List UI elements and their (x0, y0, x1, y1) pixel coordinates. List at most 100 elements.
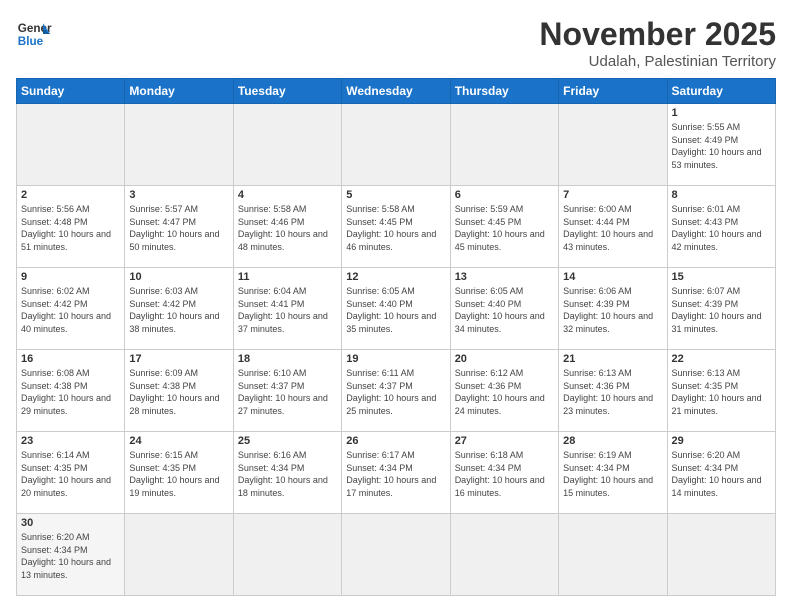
calendar-week-row: 9 Sunrise: 6:02 AM Sunset: 4:42 PM Daylig… (17, 268, 776, 350)
day-number: 17 (129, 353, 228, 365)
day-number: 18 (238, 353, 337, 365)
day-info: Sunrise: 6:19 AM Sunset: 4:34 PM Dayligh… (563, 449, 662, 499)
day-info: Sunrise: 6:06 AM Sunset: 4:39 PM Dayligh… (563, 285, 662, 335)
day-number: 28 (563, 435, 662, 447)
day-number: 14 (563, 271, 662, 283)
day-info: Sunrise: 6:13 AM Sunset: 4:36 PM Dayligh… (563, 367, 662, 417)
calendar-day-cell: 12 Sunrise: 6:05 AM Sunset: 4:40 PM Dayli… (342, 268, 450, 350)
calendar-table: Sunday Monday Tuesday Wednesday Thursday… (16, 78, 776, 596)
calendar-week-row: 30 Sunrise: 6:20 AM Sunset: 4:34 PM Dayli… (17, 514, 776, 596)
day-number: 1 (672, 107, 771, 119)
day-info: Sunrise: 6:16 AM Sunset: 4:34 PM Dayligh… (238, 449, 337, 499)
calendar-day-cell: 22 Sunrise: 6:13 AM Sunset: 4:35 PM Dayli… (667, 350, 775, 432)
day-info: Sunrise: 6:05 AM Sunset: 4:40 PM Dayligh… (346, 285, 445, 335)
day-info: Sunrise: 5:57 AM Sunset: 4:47 PM Dayligh… (129, 203, 228, 253)
logo: General Blue (16, 16, 52, 52)
calendar-day-cell: 17 Sunrise: 6:09 AM Sunset: 4:38 PM Dayli… (125, 350, 233, 432)
header: General Blue November 2025 Udalah, Pales… (16, 16, 776, 70)
calendar-day-cell: 13 Sunrise: 6:05 AM Sunset: 4:40 PM Dayli… (450, 268, 558, 350)
calendar-day-cell (342, 514, 450, 596)
calendar-day-cell: 27Sunrise: 6:18 AM Sunset: 4:34 PM Dayli… (450, 432, 558, 514)
subtitle: Udalah, Palestinian Territory (539, 53, 776, 70)
day-number: 19 (346, 353, 445, 365)
calendar-day-cell: 2Sunrise: 5:56 AM Sunset: 4:48 PM Daylig… (17, 186, 125, 268)
calendar-day-cell: 11Sunrise: 6:04 AM Sunset: 4:41 PM Dayli… (233, 268, 341, 350)
day-info: Sunrise: 6:20 AM Sunset: 4:34 PM Dayligh… (672, 449, 771, 499)
day-number: 9 (21, 271, 120, 283)
day-info: Sunrise: 6:05 AM Sunset: 4:40 PM Dayligh… (455, 285, 554, 335)
day-info: Sunrise: 6:04 AM Sunset: 4:41 PM Dayligh… (238, 285, 337, 335)
day-info: Sunrise: 6:15 AM Sunset: 4:35 PM Dayligh… (129, 449, 228, 499)
calendar-day-cell: 9 Sunrise: 6:02 AM Sunset: 4:42 PM Daylig… (17, 268, 125, 350)
calendar-day-cell (125, 514, 233, 596)
calendar-day-cell (342, 104, 450, 186)
day-number: 26 (346, 435, 445, 447)
calendar-day-cell: 5Sunrise: 5:58 AM Sunset: 4:45 PM Daylig… (342, 186, 450, 268)
calendar-day-cell (233, 104, 341, 186)
day-number: 16 (21, 353, 120, 365)
calendar-day-cell (559, 104, 667, 186)
day-number: 25 (238, 435, 337, 447)
day-number: 23 (21, 435, 120, 447)
calendar-day-cell: 23 Sunrise: 6:14 AM Sunset: 4:35 PM Dayli… (17, 432, 125, 514)
calendar-day-cell: 1 Sunrise: 5:55 AM Sunset: 4:49 PM Daylig… (667, 104, 775, 186)
calendar-day-cell: 19 Sunrise: 6:11 AM Sunset: 4:37 PM Dayli… (342, 350, 450, 432)
calendar-day-cell (559, 514, 667, 596)
day-info: Sunrise: 6:20 AM Sunset: 4:34 PM Dayligh… (21, 531, 120, 581)
header-wednesday: Wednesday (342, 79, 450, 104)
day-info: Sunrise: 6:10 AM Sunset: 4:37 PM Dayligh… (238, 367, 337, 417)
header-friday: Friday (559, 79, 667, 104)
title-section: November 2025 Udalah, Palestinian Territ… (539, 16, 776, 70)
logo-icon: General Blue (16, 16, 52, 52)
calendar-day-cell: 25 Sunrise: 6:16 AM Sunset: 4:34 PM Dayli… (233, 432, 341, 514)
day-info: Sunrise: 6:13 AM Sunset: 4:35 PM Dayligh… (672, 367, 771, 417)
calendar-week-row: 16 Sunrise: 6:08 AM Sunset: 4:38 PM Dayli… (17, 350, 776, 432)
day-number: 10 (129, 271, 228, 283)
day-info: Sunrise: 6:11 AM Sunset: 4:37 PM Dayligh… (346, 367, 445, 417)
day-number: 13 (455, 271, 554, 283)
header-monday: Monday (125, 79, 233, 104)
day-number: 15 (672, 271, 771, 283)
calendar-day-cell: 7Sunrise: 6:00 AM Sunset: 4:44 PM Daylig… (559, 186, 667, 268)
calendar-day-cell: 8 Sunrise: 6:01 AM Sunset: 4:43 PM Daylig… (667, 186, 775, 268)
calendar-week-row: 2Sunrise: 5:56 AM Sunset: 4:48 PM Daylig… (17, 186, 776, 268)
day-number: 5 (346, 189, 445, 201)
day-info: Sunrise: 6:03 AM Sunset: 4:42 PM Dayligh… (129, 285, 228, 335)
calendar-week-row: 1 Sunrise: 5:55 AM Sunset: 4:49 PM Daylig… (17, 104, 776, 186)
day-number: 30 (21, 517, 120, 529)
calendar-day-cell: 26 Sunrise: 6:17 AM Sunset: 4:34 PM Dayli… (342, 432, 450, 514)
day-info: Sunrise: 6:00 AM Sunset: 4:44 PM Dayligh… (563, 203, 662, 253)
header-sunday: Sunday (17, 79, 125, 104)
day-info: Sunrise: 5:56 AM Sunset: 4:48 PM Dayligh… (21, 203, 120, 253)
day-info: Sunrise: 6:08 AM Sunset: 4:38 PM Dayligh… (21, 367, 120, 417)
day-info: Sunrise: 6:14 AM Sunset: 4:35 PM Dayligh… (21, 449, 120, 499)
day-info: Sunrise: 6:17 AM Sunset: 4:34 PM Dayligh… (346, 449, 445, 499)
day-info: Sunrise: 6:01 AM Sunset: 4:43 PM Dayligh… (672, 203, 771, 253)
weekday-header-row: Sunday Monday Tuesday Wednesday Thursday… (17, 79, 776, 104)
day-number: 8 (672, 189, 771, 201)
day-info: Sunrise: 6:02 AM Sunset: 4:42 PM Dayligh… (21, 285, 120, 335)
calendar-week-row: 23 Sunrise: 6:14 AM Sunset: 4:35 PM Dayli… (17, 432, 776, 514)
calendar-day-cell: 21Sunrise: 6:13 AM Sunset: 4:36 PM Dayli… (559, 350, 667, 432)
day-number: 6 (455, 189, 554, 201)
calendar-day-cell (233, 514, 341, 596)
calendar-day-cell: 3Sunrise: 5:57 AM Sunset: 4:47 PM Daylig… (125, 186, 233, 268)
day-number: 29 (672, 435, 771, 447)
calendar-day-cell (125, 104, 233, 186)
day-info: Sunrise: 5:59 AM Sunset: 4:45 PM Dayligh… (455, 203, 554, 253)
calendar-day-cell: 15Sunrise: 6:07 AM Sunset: 4:39 PM Dayli… (667, 268, 775, 350)
calendar-day-cell (450, 104, 558, 186)
day-number: 12 (346, 271, 445, 283)
header-thursday: Thursday (450, 79, 558, 104)
day-number: 22 (672, 353, 771, 365)
day-info: Sunrise: 6:09 AM Sunset: 4:38 PM Dayligh… (129, 367, 228, 417)
calendar-day-cell: 16 Sunrise: 6:08 AM Sunset: 4:38 PM Dayli… (17, 350, 125, 432)
day-number: 4 (238, 189, 337, 201)
day-number: 27 (455, 435, 554, 447)
day-info: Sunrise: 5:55 AM Sunset: 4:49 PM Dayligh… (672, 121, 771, 171)
svg-text:Blue: Blue (18, 35, 44, 48)
day-info: Sunrise: 6:12 AM Sunset: 4:36 PM Dayligh… (455, 367, 554, 417)
calendar-day-cell: 14 Sunrise: 6:06 AM Sunset: 4:39 PM Dayli… (559, 268, 667, 350)
day-number: 24 (129, 435, 228, 447)
calendar-day-cell: 4Sunrise: 5:58 AM Sunset: 4:46 PM Daylig… (233, 186, 341, 268)
